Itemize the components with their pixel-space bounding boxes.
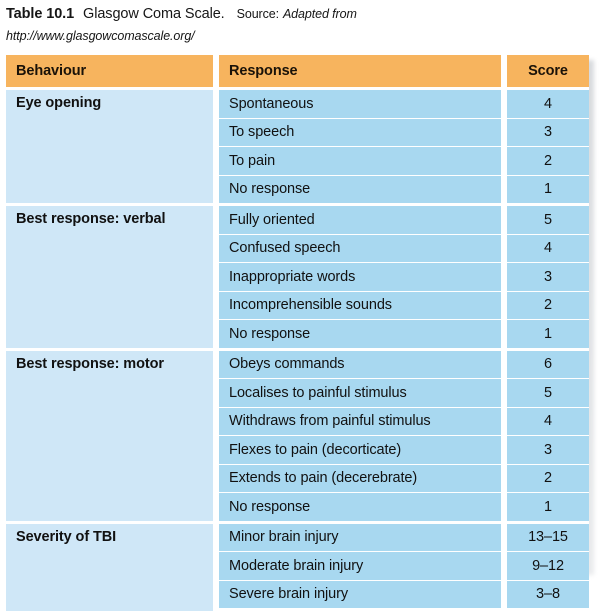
response-cell: Incomprehensible sounds	[219, 291, 507, 320]
response-cell: To pain	[219, 146, 507, 175]
response-cell: Withdraws from painful stimulus	[219, 407, 507, 436]
response-cell: No response	[219, 319, 507, 348]
table-row: Eye openingSpontaneous4	[6, 87, 589, 118]
score-cell: 5	[507, 203, 589, 234]
response-cell: Flexes to pain (decorticate)	[219, 435, 507, 464]
score-cell: 2	[507, 146, 589, 175]
response-cell: To speech	[219, 118, 507, 147]
response-cell: No response	[219, 175, 507, 204]
response-cell: Obeys commands	[219, 348, 507, 379]
table-caption: Table 10.1 Glasgow Coma Scale. Source: Ada…	[0, 0, 600, 47]
score-cell: 3	[507, 435, 589, 464]
score-cell: 9–12	[507, 551, 589, 580]
response-cell: Localises to painful stimulus	[219, 378, 507, 407]
score-cell: 2	[507, 464, 589, 493]
table-row: Severity of TBIMinor brain injury13–15	[6, 521, 589, 552]
score-cell: 3–8	[507, 580, 589, 611]
table-row: Best response: motorObeys commands6	[6, 348, 589, 379]
score-cell: 5	[507, 378, 589, 407]
score-cell: 1	[507, 492, 589, 521]
score-cell: 4	[507, 407, 589, 436]
column-header-behaviour: Behaviour	[6, 55, 219, 87]
score-cell: 1	[507, 175, 589, 204]
score-cell: 3	[507, 118, 589, 147]
behaviour-cell: Severity of TBI	[6, 521, 219, 611]
response-cell: Fully oriented	[219, 203, 507, 234]
response-cell: Inappropriate words	[219, 262, 507, 291]
score-cell: 1	[507, 319, 589, 348]
column-header-response: Response	[219, 55, 507, 87]
table-title: Glasgow Coma Scale.	[83, 6, 225, 22]
column-header-score: Score	[507, 55, 589, 87]
table-row: Best response: verbalFully oriented5	[6, 203, 589, 234]
score-cell: 6	[507, 348, 589, 379]
behaviour-cell: Eye opening	[6, 87, 219, 203]
score-cell: 3	[507, 262, 589, 291]
score-cell: 2	[507, 291, 589, 320]
response-cell: Confused speech	[219, 234, 507, 263]
response-cell: Extends to pain (decerebrate)	[219, 464, 507, 493]
header-row: Behaviour Response Score	[6, 55, 589, 87]
score-cell: 13–15	[507, 521, 589, 552]
source-label: Source:	[237, 7, 279, 21]
score-cell: 4	[507, 87, 589, 118]
table-body: Eye openingSpontaneous4To speech3To pain…	[6, 87, 589, 611]
response-cell: Spontaneous	[219, 87, 507, 118]
source-value: Adapted from	[283, 7, 357, 21]
table-number: Table 10.1	[6, 6, 74, 22]
behaviour-cell: Best response: verbal	[6, 203, 219, 348]
behaviour-cell: Best response: motor	[6, 348, 219, 521]
glasgow-coma-scale-table: Behaviour Response Score Eye openingSpon…	[6, 55, 589, 611]
table-container: Behaviour Response Score Eye openingSpon…	[6, 55, 589, 611]
response-cell: No response	[219, 492, 507, 521]
response-cell: Severe brain injury	[219, 580, 507, 611]
table-header: Behaviour Response Score	[6, 55, 589, 87]
score-cell: 4	[507, 234, 589, 263]
response-cell: Minor brain injury	[219, 521, 507, 552]
response-cell: Moderate brain injury	[219, 551, 507, 580]
source-url: http://www.glasgowcomascale.org/	[6, 26, 600, 47]
